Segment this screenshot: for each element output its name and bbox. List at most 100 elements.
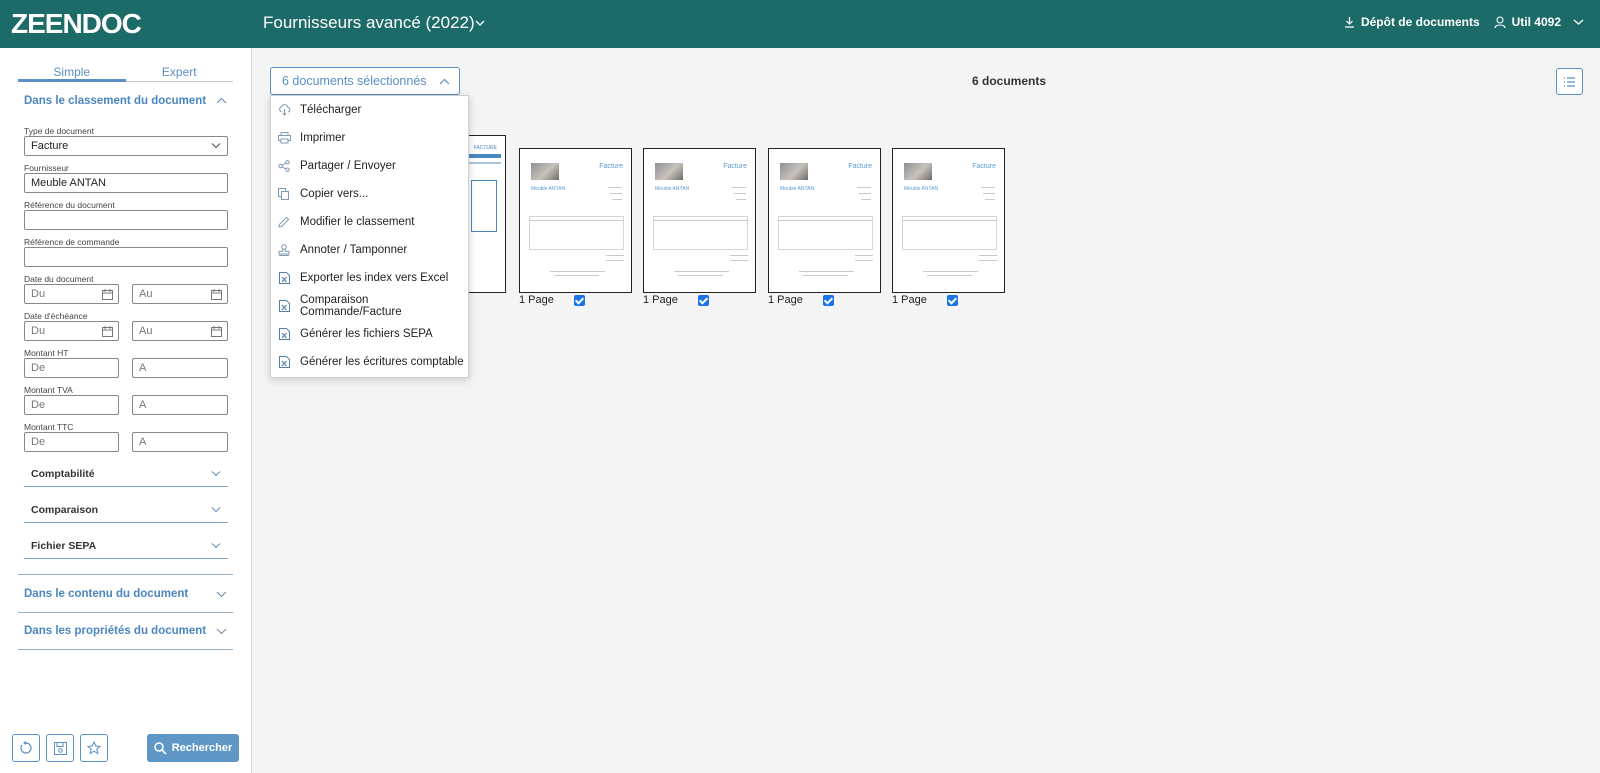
download-cloud-icon — [277, 103, 291, 117]
thumbnail-image — [780, 163, 808, 180]
menu-item-exporter[interactable]: Exporter les index vers Excel — [271, 264, 470, 292]
document-thumbnail[interactable]: Facture Meuble ANTAN — [768, 148, 881, 293]
tab-simple[interactable]: Simple — [18, 65, 126, 82]
thumbnail-line — [529, 220, 624, 221]
date-document-from[interactable]: Du — [24, 284, 119, 304]
menu-item-label: Télécharger — [300, 104, 362, 116]
menu-item-sepa[interactable]: Générer les fichiers SEPA — [271, 320, 470, 348]
selection-dropdown[interactable]: 6 documents sélectionnés — [270, 67, 460, 95]
save-icon — [53, 741, 67, 755]
document-thumbnail[interactable]: Facture Meuble ANTAN — [519, 148, 632, 293]
calendar-icon[interactable] — [211, 326, 222, 337]
menu-item-label: Générer les écritures comptable — [300, 356, 464, 368]
chevron-down-icon — [211, 543, 221, 549]
type-document-value: Facture — [31, 140, 69, 152]
menu-item-copier[interactable]: Copier vers... — [271, 180, 470, 208]
montant-ht-min[interactable]: De — [24, 358, 119, 378]
date-document-label: Date du document — [24, 274, 94, 284]
subsection-title: Fichier SEPA — [31, 539, 97, 552]
reset-button[interactable] — [12, 734, 40, 762]
date-echeance-to[interactable]: Au — [132, 321, 228, 341]
montant-tva-max[interactable]: A — [132, 395, 228, 415]
thumbnail-table — [778, 216, 873, 250]
download-icon — [1344, 17, 1354, 28]
select-checkbox[interactable] — [946, 294, 958, 306]
zeendoc-logo[interactable]: ZEENDOC — [11, 10, 146, 36]
montant-tva-min[interactable]: De — [24, 395, 119, 415]
montant-ttc-max[interactable]: A — [132, 432, 228, 452]
subsection-sepa[interactable]: Fichier SEPA — [24, 533, 228, 559]
calendar-icon[interactable] — [211, 289, 222, 300]
thumbnail-caption: 1 Page — [643, 294, 709, 306]
document-count: 6 documents — [972, 74, 1047, 88]
selection-label: 6 documents sélectionnés — [282, 74, 427, 88]
svg-text:ZEENDOC: ZEENDOC — [11, 10, 142, 36]
user-icon — [1494, 15, 1506, 28]
menu-item-telecharger[interactable]: Télécharger — [271, 96, 470, 124]
date-from-placeholder: Du — [31, 325, 46, 337]
date-document-to[interactable]: Au — [132, 284, 228, 304]
section-proprietes-header[interactable]: Dans les propriétés du document — [18, 613, 233, 650]
page-count: 1 Page — [643, 294, 678, 306]
section-classement-header[interactable]: Dans le classement du document — [18, 82, 233, 119]
menu-item-modifier[interactable]: Modifier le classement — [271, 208, 470, 236]
user-label: Util 4092 — [1511, 15, 1561, 29]
montant-tva-label: Montant TVA — [24, 385, 73, 395]
thumbnail-table — [902, 216, 997, 250]
select-checkbox[interactable] — [822, 294, 834, 306]
thumbnail-title: Facture — [972, 163, 996, 170]
calendar-icon[interactable] — [102, 289, 113, 300]
document-thumbnail[interactable]: Facture Meuble ANTAN — [643, 148, 756, 293]
favorite-button[interactable] — [80, 734, 108, 762]
subsection-comparaison[interactable]: Comparaison — [24, 497, 228, 523]
thumbnail-line — [653, 220, 748, 221]
workspace-title[interactable]: Fournisseurs avancé (2022) — [263, 13, 475, 33]
printer-icon — [277, 131, 291, 145]
menu-item-comparaison[interactable]: Comparaison Commande/Facture — [271, 292, 470, 320]
tab-expert[interactable]: Expert — [126, 65, 234, 81]
list-view-button[interactable] — [1556, 68, 1583, 95]
save-search-button[interactable] — [46, 734, 74, 762]
thumbnail-line — [985, 199, 995, 200]
chevron-down-icon — [1573, 19, 1584, 25]
menu-item-label: Exporter les index vers Excel — [300, 272, 449, 284]
user-menu[interactable]: Util 4092 — [1494, 15, 1584, 29]
thumbnail-line — [610, 193, 622, 194]
stamp-icon — [277, 243, 291, 257]
fournisseur-input[interactable]: Meuble ANTAN — [24, 173, 228, 193]
thumbnail-line — [855, 260, 873, 261]
select-checkbox[interactable] — [697, 294, 709, 306]
chevron-down-icon — [211, 471, 221, 477]
list-view-icon — [1564, 76, 1575, 87]
min-placeholder: De — [31, 362, 46, 374]
ref-document-input[interactable] — [24, 210, 228, 230]
date-echeance-from[interactable]: Du — [24, 321, 119, 341]
menu-item-label: Copier vers... — [300, 188, 369, 200]
copy-icon — [277, 187, 291, 201]
thumbnail-company: Meuble ANTAN — [904, 186, 939, 192]
menu-item-partager[interactable]: Partager / Envoyer — [271, 152, 470, 180]
menu-item-annoter[interactable]: Annoter / Tamponner — [271, 236, 470, 264]
search-icon — [153, 741, 167, 755]
type-document-select[interactable]: Facture — [24, 136, 228, 156]
document-thumbnail[interactable]: Facture Meuble ANTAN — [892, 148, 1005, 293]
menu-item-ecritures[interactable]: Générer les écritures comptable — [271, 348, 470, 376]
thumbnail-line — [612, 199, 622, 200]
thumbnail-line — [730, 260, 748, 261]
thumbnail-line — [902, 220, 997, 221]
thumbnail-line — [983, 193, 995, 194]
montant-ttc-min[interactable]: De — [24, 432, 119, 452]
thumbnail-line — [857, 187, 871, 188]
montant-ht-max[interactable]: A — [132, 358, 228, 378]
ref-commande-input[interactable] — [24, 247, 228, 267]
thumbnail-line — [927, 275, 972, 276]
menu-item-imprimer[interactable]: Imprimer — [271, 124, 470, 152]
thumbnail-line — [855, 255, 873, 256]
subsection-comptabilite[interactable]: Comptabilité — [24, 461, 228, 487]
chevron-down-icon[interactable] — [474, 17, 486, 29]
search-button[interactable]: Rechercher — [147, 734, 239, 762]
select-checkbox[interactable] — [573, 294, 585, 306]
calendar-icon[interactable] — [102, 326, 113, 337]
upload-link[interactable]: Dépôt de documents — [1344, 15, 1480, 29]
section-contenu-header[interactable]: Dans le contenu du document — [18, 576, 233, 613]
